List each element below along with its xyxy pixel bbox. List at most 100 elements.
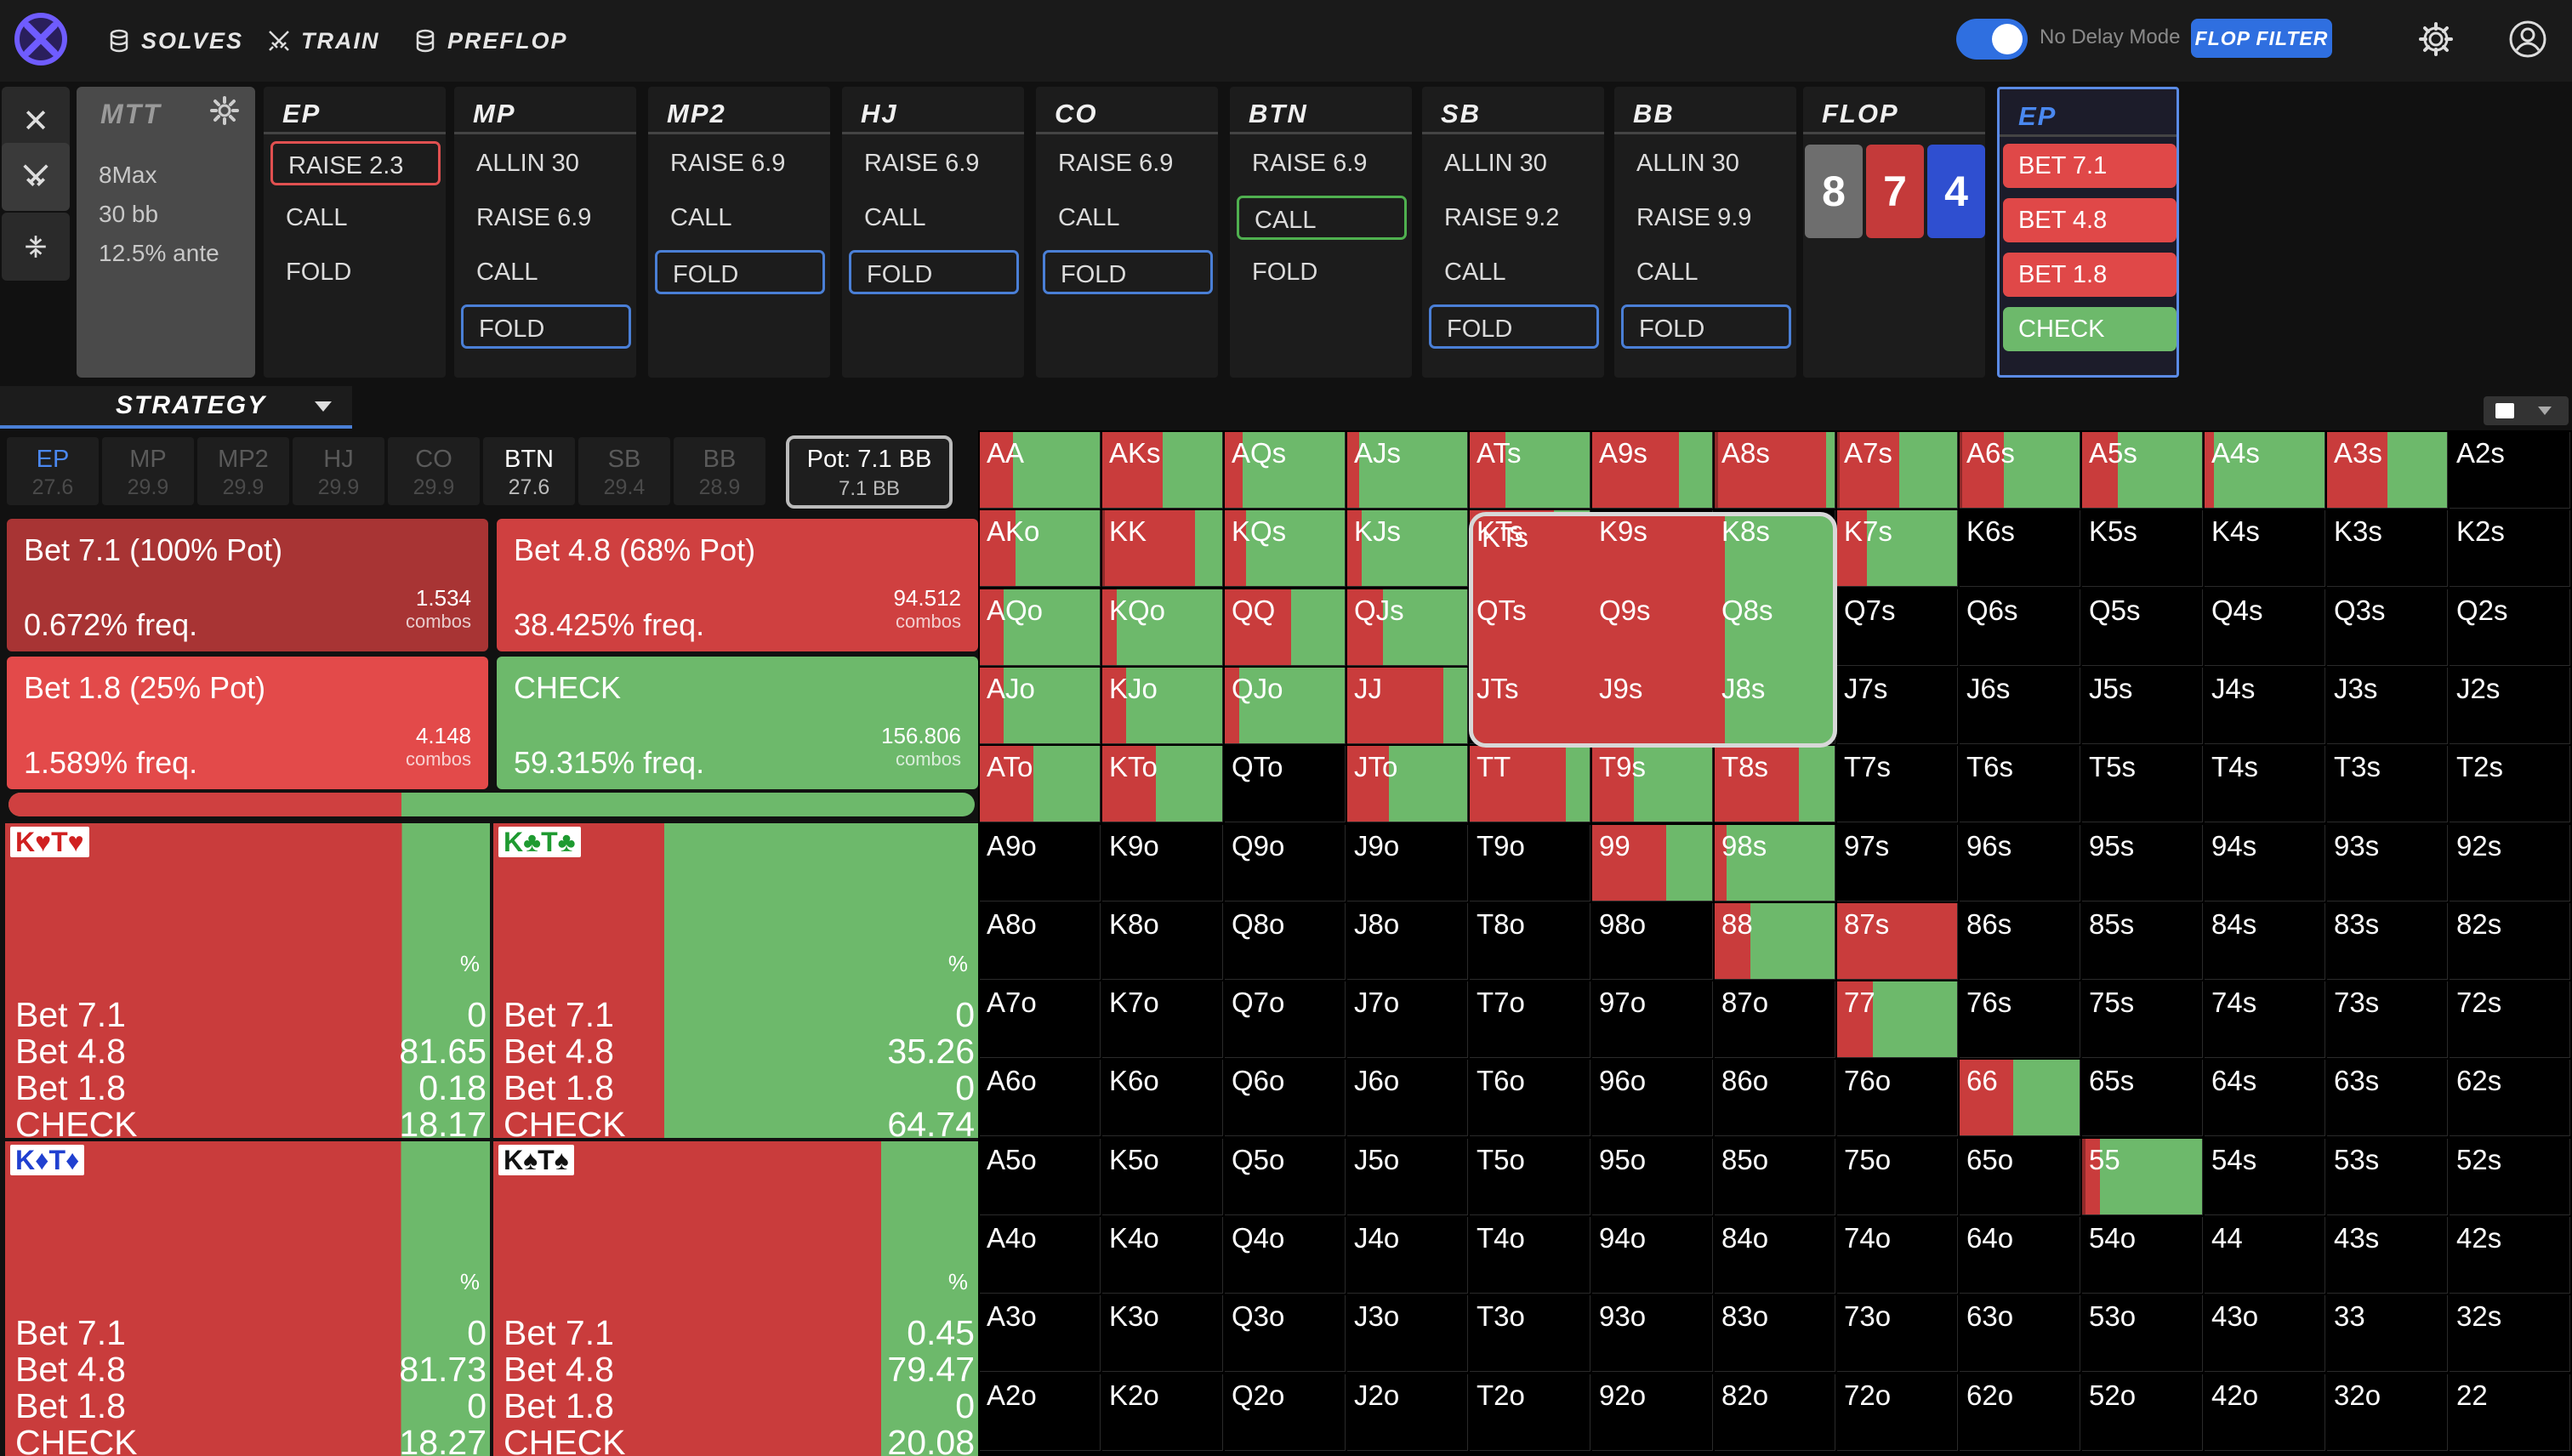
hovered-hand-cell[interactable]: KTs xyxy=(1469,512,1837,748)
hand-cell[interactable]: 84s xyxy=(2205,902,2325,980)
action-option[interactable]: RAISE 9.9 xyxy=(1621,196,1791,240)
hand-cell[interactable]: 65s xyxy=(2082,1060,2203,1137)
app-logo-icon[interactable] xyxy=(14,12,68,66)
hand-cell[interactable]: Q2o xyxy=(1225,1374,1346,1451)
action-option[interactable]: RAISE 6.9 xyxy=(1043,141,1213,185)
hand-cell[interactable]: A7o xyxy=(980,981,1101,1059)
hand-cell[interactable]: K8o xyxy=(1102,902,1223,980)
hand-cell[interactable]: 53o xyxy=(2082,1295,2203,1373)
hand-cell[interactable]: 88 xyxy=(1715,902,1835,980)
hand-cell[interactable]: TT xyxy=(1470,746,1590,823)
hand-cell[interactable]: J8o xyxy=(1347,902,1468,980)
hand-cell[interactable]: AJs xyxy=(1347,432,1468,509)
gear-icon[interactable] xyxy=(2417,20,2455,58)
action-summary-box[interactable]: Bet 1.8 (25% Pot) 1.589% freq. 4.148 combos xyxy=(7,657,488,789)
action-option[interactable]: RAISE 2.3 xyxy=(270,141,441,185)
hand-cell[interactable]: T8o xyxy=(1470,902,1590,980)
hand-cell[interactable]: 96o xyxy=(1592,1060,1713,1137)
hand-cell[interactable]: T4s xyxy=(2205,746,2325,823)
position-hj[interactable]: HJ 29.9 xyxy=(293,437,384,505)
hand-cell[interactable]: JJ xyxy=(1347,667,1468,744)
action-option[interactable]: RAISE 6.9 xyxy=(1237,141,1407,185)
hand-cell[interactable]: K3o xyxy=(1102,1295,1223,1373)
action-option[interactable]: FOLD xyxy=(270,250,441,294)
hand-cell[interactable]: Q9o xyxy=(1225,824,1346,901)
action-summary-box[interactable]: CHECK 59.315% freq. 156.806 combos xyxy=(497,657,978,789)
hand-cell[interactable]: 76s xyxy=(1960,981,2080,1059)
check-button[interactable]: CHECK xyxy=(2003,307,2177,351)
hand-cell[interactable]: K4s xyxy=(2205,510,2325,588)
hand-cell[interactable]: A4s xyxy=(2205,432,2325,509)
hand-cell[interactable]: Q3o xyxy=(1225,1295,1346,1373)
hand-cell[interactable]: 22 xyxy=(2450,1374,2570,1451)
hand-cell[interactable]: A3s xyxy=(2327,432,2448,509)
hand-cell[interactable]: A8o xyxy=(980,902,1101,980)
hand-cell[interactable]: 98o xyxy=(1592,902,1713,980)
hand-cell[interactable]: T2o xyxy=(1470,1374,1590,1451)
hand-cell[interactable]: AQs xyxy=(1225,432,1346,509)
nav-train[interactable]: TRAIN xyxy=(267,24,380,58)
hand-cell[interactable]: 92o xyxy=(1592,1374,1713,1451)
hand-cell[interactable]: 43o xyxy=(2205,1295,2325,1373)
hand-cell[interactable]: 62s xyxy=(2450,1060,2570,1137)
hand-cell[interactable]: J4o xyxy=(1347,1217,1468,1294)
hand-cell[interactable]: A2s xyxy=(2450,432,2570,509)
hand-cell[interactable]: JTo xyxy=(1347,746,1468,823)
hand-cell[interactable]: Q5s xyxy=(2082,589,2203,666)
hand-cell[interactable]: ATo xyxy=(980,746,1101,823)
hand-cell[interactable]: 95s xyxy=(2082,824,2203,901)
hand-cell[interactable]: K2o xyxy=(1102,1374,1223,1451)
strategy-dropdown[interactable]: STRATEGY xyxy=(0,386,352,429)
hand-cell[interactable]: J2s xyxy=(2450,667,2570,744)
action-option[interactable]: CALL xyxy=(849,196,1019,240)
hand-cell[interactable]: KTo xyxy=(1102,746,1223,823)
hand-cell[interactable]: A6s xyxy=(1960,432,2080,509)
hand-cell[interactable]: 55 xyxy=(2082,1138,2203,1215)
position-mp2[interactable]: MP2 29.9 xyxy=(197,437,289,505)
hand-cell[interactable]: 97s xyxy=(1837,824,1958,901)
hand-cell[interactable]: Q3s xyxy=(2327,589,2448,666)
hand-cell[interactable]: 99 xyxy=(1592,824,1713,901)
hand-cell[interactable]: 76o xyxy=(1837,1060,1958,1137)
hand-cell[interactable]: 63o xyxy=(1960,1295,2080,1373)
hand-cell[interactable]: J7s xyxy=(1837,667,1958,744)
position-mp[interactable]: MP 29.9 xyxy=(102,437,194,505)
hand-cell[interactable]: J6s xyxy=(1960,667,2080,744)
hand-cell[interactable]: J5o xyxy=(1347,1138,1468,1215)
action-summary-box[interactable]: Bet 4.8 (68% Pot) 38.425% freq. 94.512 comb… xyxy=(497,519,978,651)
bet-4-8-button[interactable]: BET 4.8 xyxy=(2003,198,2177,242)
action-option[interactable]: RAISE 6.9 xyxy=(849,141,1019,185)
hand-cell[interactable]: 65o xyxy=(1960,1138,2080,1215)
hand-cell[interactable]: K6s xyxy=(1960,510,2080,588)
hand-cell[interactable]: QJo xyxy=(1225,667,1346,744)
nav-preflop[interactable]: PREFLOP xyxy=(413,24,568,58)
hand-cell[interactable]: T3o xyxy=(1470,1295,1590,1373)
position-co[interactable]: CO 29.9 xyxy=(388,437,480,505)
hand-cell[interactable]: 74o xyxy=(1837,1217,1958,1294)
hand-cell[interactable]: KQs xyxy=(1225,510,1346,588)
hand-cell[interactable]: J4s xyxy=(2205,667,2325,744)
split-icon[interactable] xyxy=(2,213,70,281)
bet-1-8-button[interactable]: BET 1.8 xyxy=(2003,253,2177,297)
hand-cell[interactable]: K2s xyxy=(2450,510,2570,588)
hand-cell[interactable]: 63s xyxy=(2327,1060,2448,1137)
hand-cell[interactable]: 86o xyxy=(1715,1060,1835,1137)
hand-cell[interactable]: 93o xyxy=(1592,1295,1713,1373)
hand-cell[interactable]: K4o xyxy=(1102,1217,1223,1294)
position-btn[interactable]: BTN 27.6 xyxy=(483,437,575,505)
action-option[interactable]: FOLD xyxy=(655,250,825,294)
hand-cell[interactable]: A3o xyxy=(980,1295,1101,1373)
hand-cell[interactable]: 85o xyxy=(1715,1138,1835,1215)
hand-cell[interactable]: Q6o xyxy=(1225,1060,1346,1137)
action-option[interactable]: FOLD xyxy=(1237,250,1407,294)
action-option[interactable]: ALLIN 30 xyxy=(1429,141,1599,185)
hand-cell[interactable]: 97o xyxy=(1592,981,1713,1059)
hand-cell[interactable]: 54o xyxy=(2082,1217,2203,1294)
action-option[interactable]: FOLD xyxy=(1043,250,1213,294)
hand-cell[interactable]: AJo xyxy=(980,667,1101,744)
hand-cell[interactable]: 84o xyxy=(1715,1217,1835,1294)
hand-cell[interactable]: 53s xyxy=(2327,1138,2448,1215)
hand-cell[interactable]: T5s xyxy=(2082,746,2203,823)
hand-cell[interactable]: 94s xyxy=(2205,824,2325,901)
hand-cell[interactable]: K7s xyxy=(1837,510,1958,588)
